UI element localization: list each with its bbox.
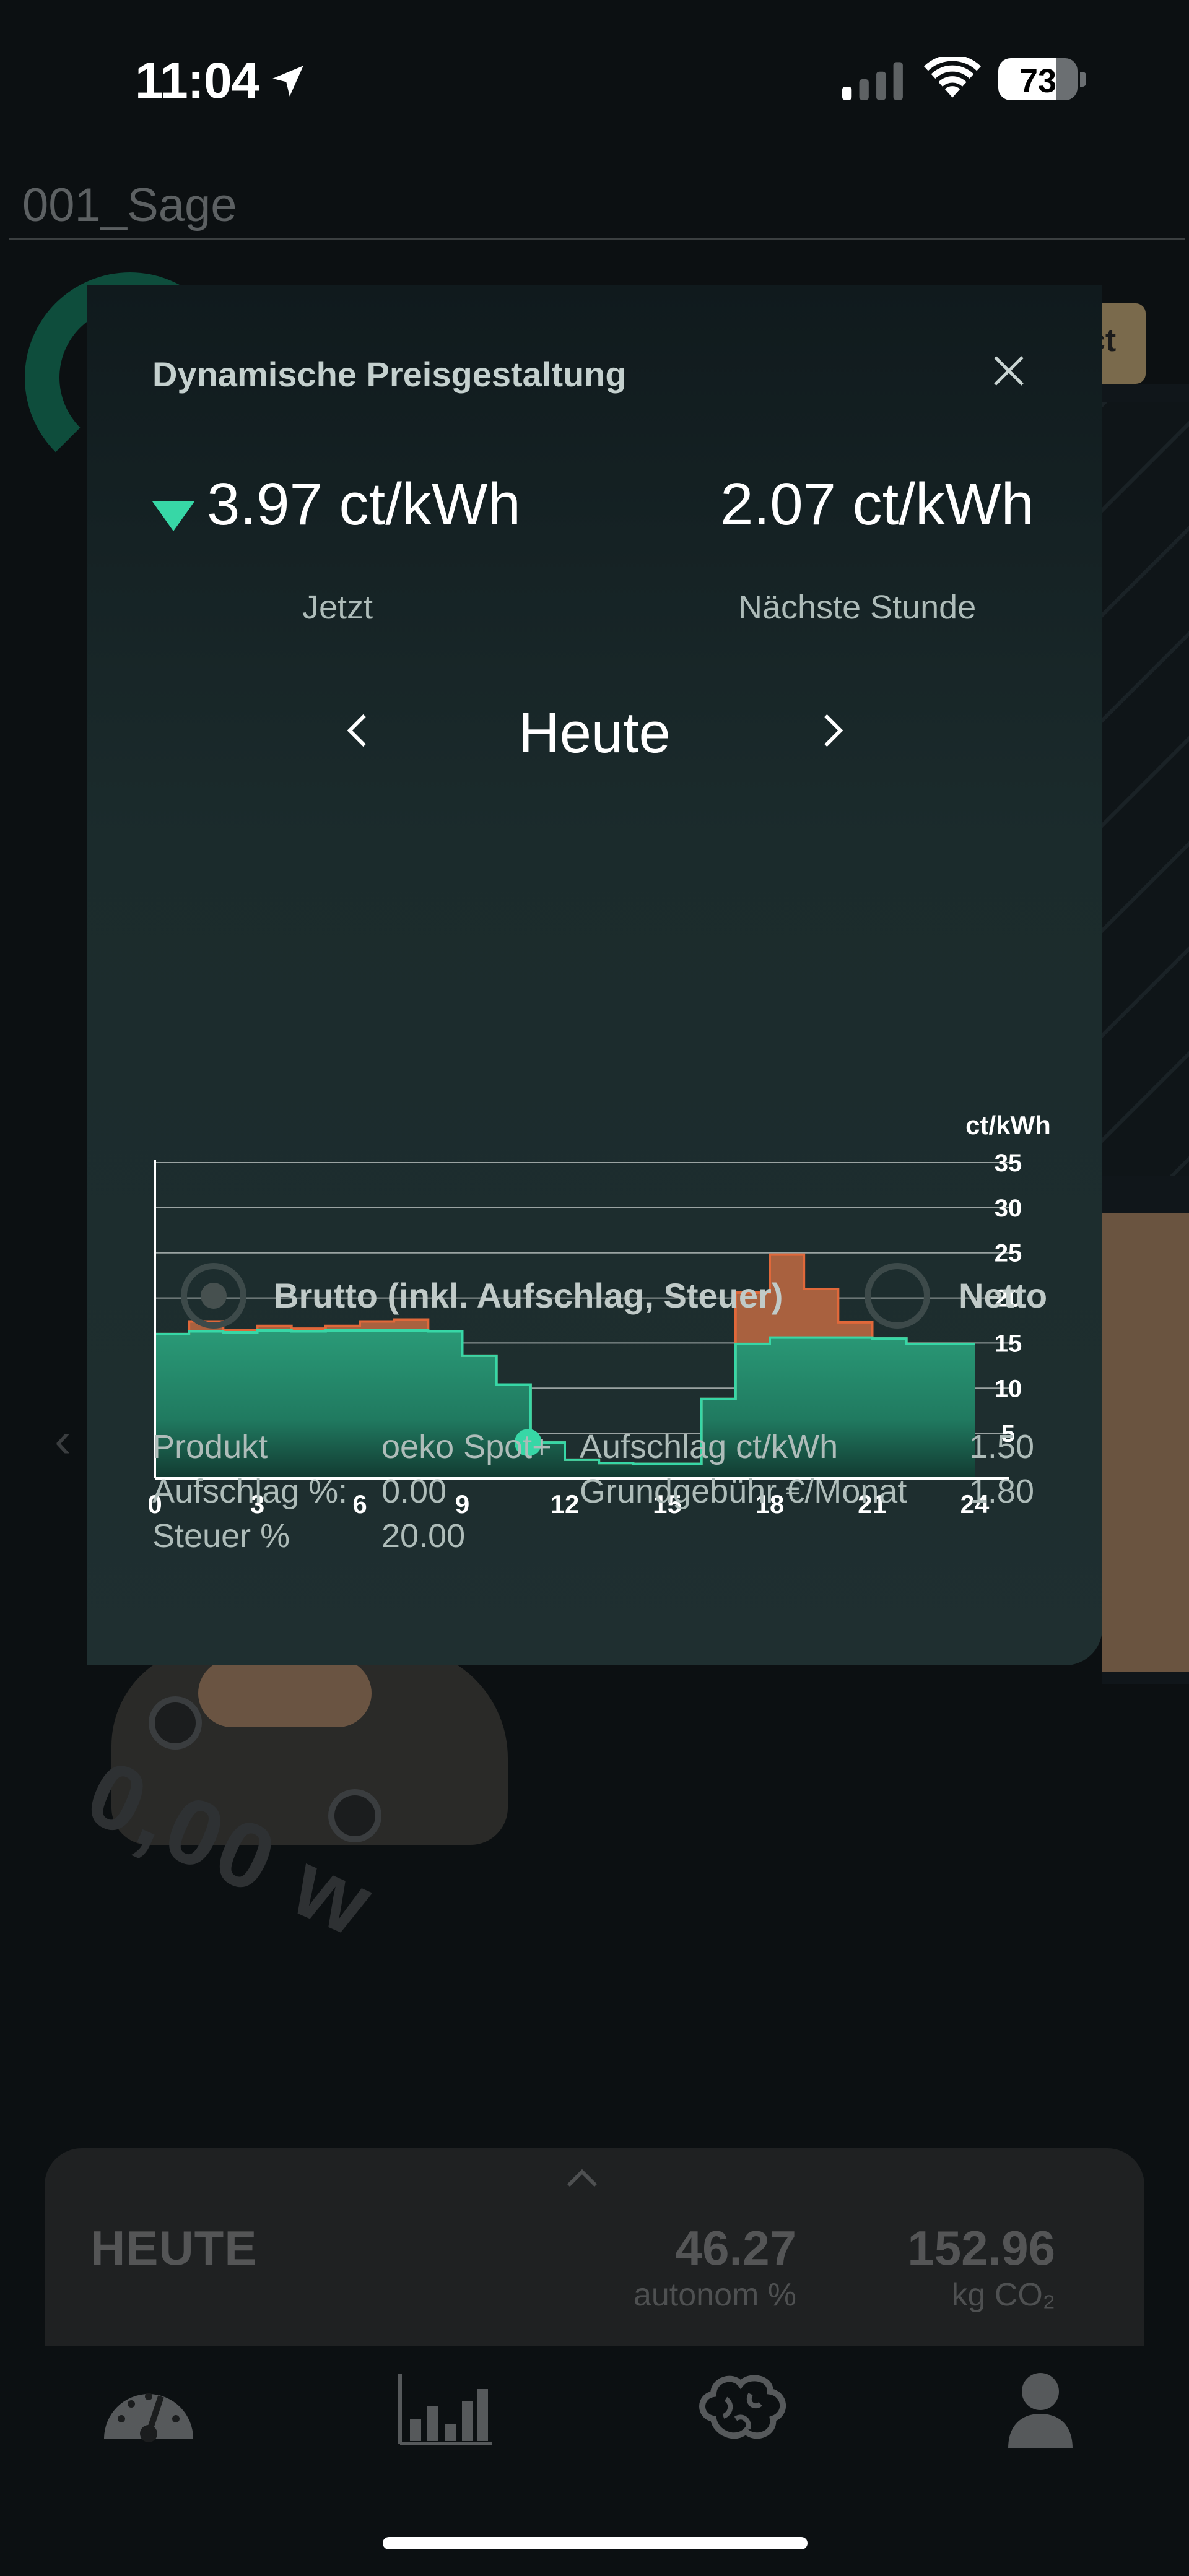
next-day-button[interactable] (815, 706, 850, 755)
chevron-up-icon[interactable] (565, 2166, 599, 2190)
tax-label: Steuer % (152, 1517, 290, 1555)
base-fee-label: Grundgebühr €/Monat (580, 1473, 907, 1510)
location-arrow-icon (272, 66, 303, 97)
speedometer-icon (104, 2393, 193, 2442)
next-hour-price-value: 2.07 ct/kWh (720, 471, 1034, 537)
site-name[interactable]: 001_Sage (22, 178, 237, 232)
surcharge-percent-value: 0.00 (381, 1473, 447, 1510)
y-tick-label: 10 (995, 1375, 1022, 1402)
co2-stat: 152.96 kg CO₂ (907, 2220, 1055, 2314)
background-house-wall (1102, 1213, 1189, 1672)
battery-indicator: 73 (998, 58, 1086, 100)
background-solar-roof (1102, 402, 1189, 1176)
battery-body: 73 (998, 58, 1078, 100)
x-tick-label: 6 (352, 1490, 367, 1519)
tab-statistics[interactable] (395, 2369, 494, 2449)
dynamic-pricing-modal: Dynamische Preisgestaltung 3.97 ct/kWh 2… (87, 285, 1102, 1665)
y-tick-label: 35 (995, 1150, 1022, 1177)
battery-tip (1080, 72, 1086, 87)
tab-profile[interactable] (991, 2369, 1090, 2449)
current-price-label: Jetzt (302, 589, 373, 626)
current-price-value: 3.97 ct/kWh (207, 471, 521, 537)
today-label: HEUTE (90, 2221, 258, 2275)
tax-value: 20.00 (381, 1517, 466, 1555)
next-hour-price-label: Nächste Stunde (738, 589, 977, 626)
surcharge-ct-label: Aufschlag ct/kWh (580, 1428, 838, 1465)
product-label: Produkt (152, 1428, 268, 1465)
tab-bar (0, 2346, 1189, 2470)
autonomy-stat: 46.27 autonom % (634, 2220, 796, 2314)
background-chevron-left-icon[interactable]: ‹ (54, 1412, 92, 1467)
day-label: Heute (518, 701, 671, 765)
battery-percent: 73 (1019, 63, 1057, 100)
cellular-signal-icon (842, 62, 903, 100)
person-icon (1008, 2373, 1073, 2448)
co2-label: kg CO₂ (951, 2277, 1055, 2313)
x-tick-label: 9 (455, 1490, 469, 1519)
co2-value: 152.96 (907, 2221, 1055, 2275)
home-indicator[interactable] (383, 2537, 808, 2549)
surcharge-ct-value: 1.50 (969, 1428, 1034, 1465)
background-car-wheel (149, 1696, 202, 1750)
tab-dashboard[interactable] (99, 2369, 198, 2449)
autonomy-value: 46.27 (675, 2221, 796, 2275)
bar-chart-icon (398, 2374, 492, 2445)
modal-title: Dynamische Preisgestaltung (152, 355, 627, 394)
y-tick-label: 30 (995, 1195, 1022, 1222)
site-divider (9, 238, 1185, 240)
y-tick-label: 15 (995, 1330, 1022, 1357)
background-car-wheel (328, 1789, 381, 1842)
x-tick-label: 12 (551, 1490, 580, 1519)
tab-ai[interactable] (694, 2369, 793, 2449)
close-icon[interactable] (988, 350, 1029, 391)
background-car-roof (198, 1659, 372, 1727)
status-time: 11:04 (135, 53, 259, 109)
y-tick-label: 25 (995, 1240, 1022, 1267)
wifi-icon (924, 57, 981, 98)
chart-unit-label: ct/kWh (965, 1111, 1051, 1140)
brain-icon (699, 2375, 786, 2439)
radio-netto[interactable] (865, 1263, 930, 1329)
base-fee-value: 1.80 (969, 1473, 1034, 1510)
product-value: oeko Spot+ (381, 1428, 552, 1465)
netto-label[interactable]: Netto (959, 1275, 1047, 1316)
brutto-label[interactable]: Brutto (inkl. Aufschlag, Steuer) (274, 1275, 783, 1316)
autonomy-label: autonom % (633, 2277, 796, 2313)
radio-brutto[interactable] (181, 1263, 246, 1329)
surcharge-percent-label: Aufschlag %: (152, 1473, 348, 1510)
status-bar: 11:04 73 (0, 0, 1189, 155)
trend-down-icon (152, 501, 194, 531)
